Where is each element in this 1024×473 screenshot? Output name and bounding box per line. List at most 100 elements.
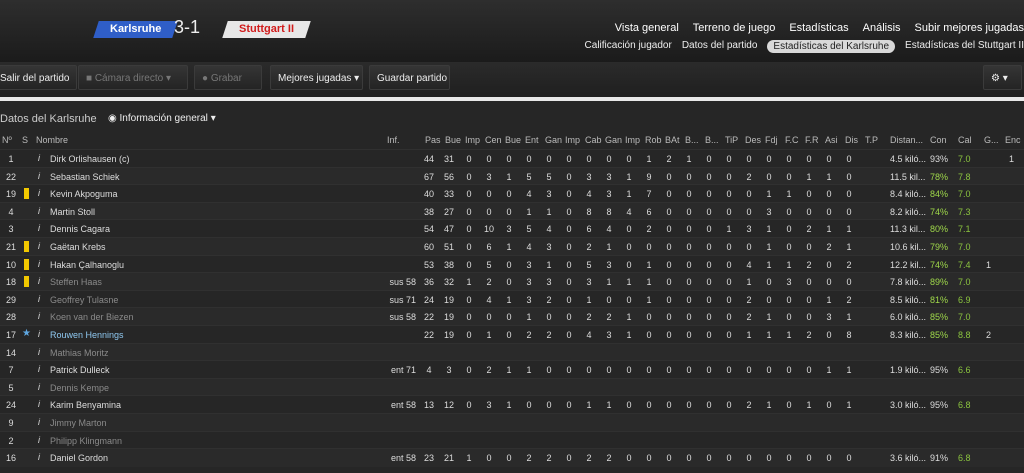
column-header[interactable]: BAt xyxy=(665,135,680,145)
table-row[interactable]: 24 i Karim Benyamina ent 58 13 12 0 3 1 0 0 0 1 1 0 0 0 0… xyxy=(0,395,1024,414)
column-header[interactable]: Nº xyxy=(2,135,12,145)
column-header[interactable]: Gan xyxy=(605,135,622,145)
player-name[interactable]: Gaëtan Krebs xyxy=(50,242,106,252)
tab-pitch[interactable]: Terreno de juego xyxy=(693,22,776,34)
table-row[interactable]: 17 ★ i Rouwen Hennings 22 19 0 1 0 2 2 0 4 3 1 0 0 0 0 0 1 1 1… xyxy=(0,325,1024,344)
column-header[interactable]: Nombre xyxy=(36,135,68,145)
column-header[interactable]: Inf. xyxy=(387,135,400,145)
info-icon[interactable]: i xyxy=(38,417,40,427)
settings-dropdown[interactable]: ⚙ ▾ xyxy=(983,65,1022,90)
column-header[interactable]: Imp xyxy=(625,135,640,145)
tab-overview[interactable]: Vista general xyxy=(615,22,679,34)
column-header[interactable]: Gan xyxy=(545,135,562,145)
player-name[interactable]: Dennis Cagara xyxy=(50,224,110,234)
column-header[interactable]: F.C xyxy=(785,135,799,145)
column-header[interactable]: Imp xyxy=(465,135,480,145)
table-row[interactable]: 19 i Kevin Akpoguma 40 33 0 0 0 4 3 0 4 3 1 7 0 0 0 0 0 1 1 0 0… xyxy=(0,184,1024,203)
table-row[interactable]: 14 i Mathias Moritz xyxy=(0,342,1024,362)
player-name[interactable]: Mathias Moritz xyxy=(50,348,109,358)
column-header[interactable]: Enc xyxy=(1005,135,1021,145)
player-name[interactable]: Martin Stoll xyxy=(50,207,95,217)
subtab-player-rating[interactable]: Calificación jugador xyxy=(585,40,672,53)
info-icon[interactable]: i xyxy=(38,276,40,286)
player-name[interactable]: Patrick Dulleck xyxy=(50,365,110,375)
column-header[interactable]: B... xyxy=(685,135,699,145)
column-header[interactable]: Fdj xyxy=(765,135,778,145)
column-header[interactable]: Ent xyxy=(525,135,539,145)
column-header[interactable]: S xyxy=(22,135,28,145)
player-name[interactable]: Dirk Orlishausen (c) xyxy=(50,154,130,164)
highlights-dropdown[interactable]: Mejores jugadas ▾ xyxy=(270,65,363,90)
column-header[interactable]: Bue xyxy=(505,135,521,145)
column-header[interactable]: Bue xyxy=(445,135,461,145)
player-name[interactable]: Hakan Çalhanoglu xyxy=(50,260,124,270)
column-header[interactable]: TiP xyxy=(725,135,738,145)
player-name[interactable]: Jimmy Marton xyxy=(50,418,107,428)
view-selector[interactable]: ◉ Información general ▾ xyxy=(108,113,216,124)
info-icon[interactable]: i xyxy=(38,311,40,321)
info-icon[interactable]: i xyxy=(38,347,40,357)
column-header[interactable]: Imp xyxy=(565,135,580,145)
table-row[interactable]: 7 i Patrick Dulleck ent 71 4 3 0 2 1 1 0 0 0 0 0 0 0 0 0 0 0… xyxy=(0,360,1024,379)
table-row[interactable]: 1 i Dirk Orlishausen (c) 44 31 0 0 0 0 0 0 0 0 0 1 2 1 0 0… xyxy=(0,149,1024,168)
info-icon[interactable]: i xyxy=(38,241,40,251)
column-header[interactable]: Pas xyxy=(425,135,441,145)
info-icon[interactable]: i xyxy=(38,188,40,198)
column-header[interactable]: Rob xyxy=(645,135,662,145)
camera-dropdown[interactable]: ■ Cámara directo ▾ xyxy=(78,65,188,90)
record-button[interactable]: ● Grabar xyxy=(194,65,262,90)
column-header[interactable]: Distan... xyxy=(890,135,923,145)
player-name[interactable]: Karim Benyamina xyxy=(50,400,121,410)
table-row[interactable]: 2 i Philipp Klingmann xyxy=(0,430,1024,450)
column-header[interactable]: Cal xyxy=(958,135,972,145)
table-row[interactable]: 18 i Steffen Haas sus 58 36 32 1 2 0 3 3 0 3 1 1 1 0 0 0 0 1… xyxy=(0,272,1024,291)
column-header[interactable]: Dis xyxy=(845,135,858,145)
player-name[interactable]: Daniel Gordon xyxy=(50,453,108,463)
table-row[interactable]: 28 i Koen van der Biezen sus 58 22 19 0 0 0 1 0 0 2 2… xyxy=(0,307,1024,326)
exit-match-button[interactable]: Salir del partido xyxy=(0,65,78,90)
column-header[interactable]: Cen xyxy=(485,135,502,145)
info-icon[interactable]: i xyxy=(38,382,40,392)
tab-stats[interactable]: Estadísticas xyxy=(789,22,848,34)
tab-upload-highlights[interactable]: Subir mejores jugadas xyxy=(915,22,1024,34)
save-match-button[interactable]: Guardar partido xyxy=(369,65,450,90)
info-icon[interactable]: i xyxy=(38,399,40,409)
player-name[interactable]: Koen van der Biezen xyxy=(50,312,134,322)
table-row[interactable]: 10 i Hakan Çalhanoglu 53 38 0 5 0 3 1 0 5 3 0 1 0 0 0 0 4 1 1… xyxy=(0,254,1024,274)
subtab-stuttgart-stats[interactable]: Estadísticas del Stuttgart II xyxy=(905,40,1024,53)
info-icon[interactable]: i xyxy=(38,206,40,216)
column-header[interactable]: G... xyxy=(984,135,999,145)
table-row[interactable]: 21 i Gaëtan Krebs 60 51 0 6 1 4 3 0 2 1 0 0 0 0 0 0 0 1 0 0 2 1 1… xyxy=(0,237,1024,256)
player-name[interactable]: Sebastian Schiek xyxy=(50,172,120,182)
player-name[interactable]: Rouwen Hennings xyxy=(50,330,124,340)
column-header[interactable]: Con xyxy=(930,135,947,145)
player-name[interactable]: Dennis Kempe xyxy=(50,383,109,393)
player-name[interactable]: Kevin Akpoguma xyxy=(50,189,118,199)
info-icon[interactable]: i xyxy=(38,452,40,462)
column-header[interactable]: Asi xyxy=(825,135,838,145)
away-team-badge[interactable]: Stuttgart II xyxy=(222,21,311,38)
info-icon[interactable]: i xyxy=(38,259,40,269)
info-icon[interactable]: i xyxy=(38,435,40,445)
info-icon[interactable]: i xyxy=(38,364,40,374)
subtab-match-data[interactable]: Datos del partido xyxy=(682,40,758,53)
table-row[interactable]: 9 i Jimmy Marton xyxy=(0,413,1024,432)
column-header[interactable]: B... xyxy=(705,135,719,145)
column-header[interactable]: Cab xyxy=(585,135,602,145)
info-icon[interactable]: i xyxy=(38,329,40,339)
player-name[interactable]: Philipp Klingmann xyxy=(50,436,122,446)
info-icon[interactable]: i xyxy=(38,223,40,233)
tab-analysis[interactable]: Análisis xyxy=(863,22,901,34)
column-header[interactable]: Des xyxy=(745,135,761,145)
column-header[interactable]: F.R xyxy=(805,135,819,145)
info-icon[interactable]: i xyxy=(38,171,40,181)
info-icon[interactable]: i xyxy=(38,294,40,304)
info-icon[interactable]: i xyxy=(38,153,40,163)
table-row[interactable]: 22 i Sebastian Schiek 67 56 0 3 1 5 5 0 3 3 1 9 0 0 0 0 2 0 0… xyxy=(0,166,1024,186)
home-team-badge[interactable]: Karlsruhe xyxy=(93,21,179,38)
table-row[interactable]: 3 i Dennis Cagara 54 47 0 10 3 5 4 0 6 4 0 2 0 0 0 1 3 1 0 2 1 1… xyxy=(0,219,1024,238)
table-row[interactable]: 5 i Dennis Kempe xyxy=(0,377,1024,397)
table-row[interactable]: 16 i Daniel Gordon ent 58 23 21 1 0 0 2 2 0 2 2 0 0 0 0 0 0… xyxy=(0,448,1024,467)
player-name[interactable]: Steffen Haas xyxy=(50,277,102,287)
column-header[interactable]: T.P xyxy=(865,135,878,145)
